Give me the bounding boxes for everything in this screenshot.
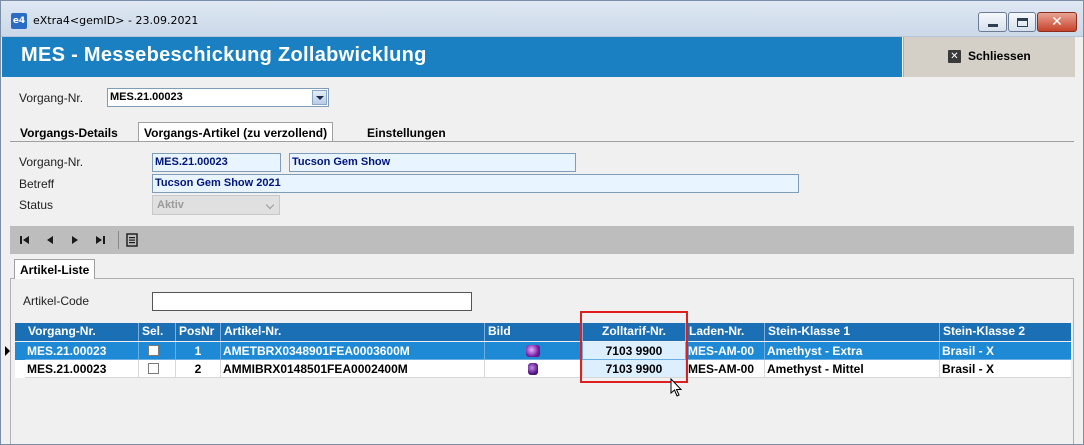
tab-divider xyxy=(10,141,1074,142)
cell-stein-klasse-2[interactable]: Brasil - X xyxy=(940,342,1071,360)
column-header-sel[interactable]: Sel. xyxy=(139,323,176,341)
app-window: e4 eXtra4<gemID> - 23.09.2021 ✕ MES - Me… xyxy=(0,0,1084,445)
last-record-icon[interactable] xyxy=(93,233,107,247)
vorgang-nr-value: MES.21.00023 xyxy=(155,156,228,168)
betreff-field[interactable]: Tucson Gem Show 2021 xyxy=(152,174,799,193)
mouse-cursor-icon xyxy=(670,377,684,401)
tab-vorgangs-details[interactable]: Vorgangs-Details xyxy=(14,122,124,142)
chevron-down-icon xyxy=(265,200,275,210)
cell-posnr[interactable]: 1 xyxy=(176,342,221,360)
tab-vorgangs-artikel[interactable]: Vorgangs-Artikel (zu verzollend) xyxy=(138,122,334,142)
amethyst-gem-image xyxy=(526,345,540,357)
vorgang-selector-dropdown[interactable]: MES.21.00023 xyxy=(107,88,329,107)
cell-stein-klasse-1[interactable]: Amethyst - Extra xyxy=(765,342,940,360)
current-row-indicator-icon xyxy=(5,346,10,356)
vorgang-selector-value: MES.21.00023 xyxy=(110,91,183,103)
select-checkbox[interactable] xyxy=(148,363,159,374)
next-record-icon[interactable] xyxy=(68,233,82,247)
column-header-vorgang[interactable]: Vorgang-Nr. xyxy=(25,323,139,341)
cell-vorgang[interactable]: MES.21.00023 xyxy=(25,342,139,360)
record-navigation-bar xyxy=(10,226,1074,254)
vorgang-nr-label: Vorgang-Nr. xyxy=(19,155,84,169)
first-record-icon[interactable] xyxy=(18,233,32,247)
list-view-icon[interactable] xyxy=(125,233,139,247)
cell-stein-klasse-2[interactable]: Brasil - X xyxy=(940,360,1071,378)
minimize-icon xyxy=(988,24,998,27)
column-header-laden[interactable]: Laden-Nr. xyxy=(686,323,765,341)
vorgang-nr-field[interactable]: MES.21.00023 xyxy=(152,153,281,172)
cell-bild[interactable] xyxy=(485,342,583,360)
chevron-down-icon[interactable] xyxy=(312,90,327,105)
vorgang-name-value: Tucson Gem Show xyxy=(292,156,391,168)
close-x-icon: ✕ xyxy=(948,50,961,63)
tab-artikel-liste[interactable]: Artikel-Liste xyxy=(14,259,96,279)
window-title: eXtra4<gemID> - 23.09.2021 xyxy=(33,14,199,27)
column-header-posnr[interactable]: PosNr xyxy=(176,323,221,341)
status-label: Status xyxy=(19,198,54,212)
cell-laden[interactable]: MES-AM-00 xyxy=(686,360,765,378)
grid-header: Vorgang-Nr. Sel. PosNr Artikel-Nr. Bild … xyxy=(15,323,1071,341)
app-icon: e4 xyxy=(11,13,27,29)
column-header-bild[interactable]: Bild xyxy=(485,323,583,341)
column-header-stein-klasse-1[interactable]: Stein-Klasse 1 xyxy=(765,323,940,341)
cell-laden[interactable]: MES-AM-00 xyxy=(686,342,765,360)
close-icon: ✕ xyxy=(1051,14,1063,30)
cell-stein-klasse-1[interactable]: Amethyst - Mittel xyxy=(765,360,940,378)
betreff-label: Betreff xyxy=(19,177,55,191)
betreff-value: Tucson Gem Show 2021 xyxy=(155,177,281,189)
column-header-artikel[interactable]: Artikel-Nr. xyxy=(221,323,485,341)
artikel-code-label: Artikel-Code xyxy=(23,294,90,308)
select-checkbox[interactable] xyxy=(148,345,159,356)
schliessen-button[interactable]: ✕ Schliessen xyxy=(903,37,1075,77)
window-close-button[interactable]: ✕ xyxy=(1037,12,1077,32)
table-row[interactable]: MES.21.00023 1 AMETBRX0348901FEA0003600M… xyxy=(5,342,1071,360)
maximize-button[interactable] xyxy=(1008,12,1036,32)
minimize-button[interactable] xyxy=(978,12,1007,32)
tab-einstellungen[interactable]: Einstellungen xyxy=(361,122,452,142)
cell-sel[interactable] xyxy=(139,342,176,360)
cell-posnr[interactable]: 2 xyxy=(176,360,221,378)
maximize-icon xyxy=(1017,18,1028,27)
column-header-stein-klasse-2[interactable]: Stein-Klasse 2 xyxy=(940,323,1071,341)
toolbar-separator xyxy=(118,231,119,249)
cell-sel[interactable] xyxy=(139,360,176,378)
title-bar[interactable]: e4 eXtra4<gemID> - 23.09.2021 ✕ xyxy=(1,1,1083,37)
artikel-code-input[interactable] xyxy=(152,292,472,311)
previous-record-icon[interactable] xyxy=(43,233,57,247)
module-header: MES - Messebeschickung Zollabwicklung xyxy=(2,37,902,77)
status-dropdown: Aktiv xyxy=(152,195,280,215)
amethyst-gem-image xyxy=(528,363,538,375)
schliessen-label: Schliessen xyxy=(968,49,1031,63)
cell-vorgang[interactable]: MES.21.00023 xyxy=(25,360,139,378)
cell-bild[interactable] xyxy=(485,360,583,378)
page-title: MES - Messebeschickung Zollabwicklung xyxy=(21,44,427,66)
status-value: Aktiv xyxy=(157,199,184,211)
zolltarif-highlight-box xyxy=(580,311,688,383)
vorgang-selector-label: Vorgang-Nr. xyxy=(19,91,84,105)
cell-artikel[interactable]: AMMIBRX0148501FEA0002400M xyxy=(221,360,485,378)
table-row[interactable]: MES.21.00023 2 AMMIBRX0148501FEA0002400M… xyxy=(15,360,1071,378)
cell-artikel[interactable]: AMETBRX0348901FEA0003600M xyxy=(221,342,485,360)
vorgang-name-field[interactable]: Tucson Gem Show xyxy=(289,153,576,172)
